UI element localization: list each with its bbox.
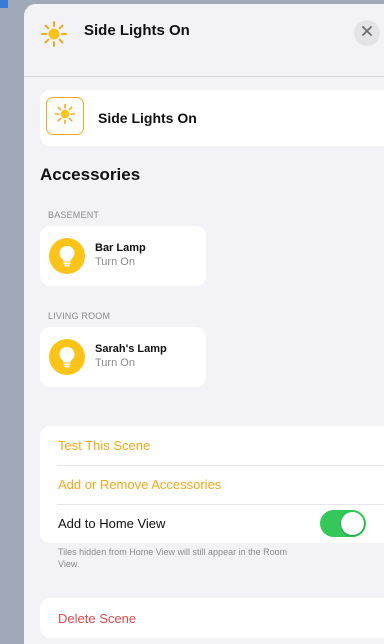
lightbulb-icon [49,339,85,375]
toggle-knob [341,512,364,535]
scene-actions-list: Test This Scene Add or Remove Accessorie… [40,426,384,543]
accessory-name: Sarah's Lamp [95,343,167,355]
add-to-home-view-row: Add to Home View [40,504,384,543]
delete-scene-label: Delete Scene [58,611,137,626]
accessory-state: Turn On [95,256,135,268]
sun-icon [40,20,68,48]
delete-scene-button[interactable]: Delete Scene [40,598,384,638]
accessory-tile-bar-lamp[interactable]: Bar Lamp Turn On [40,226,206,286]
scene-detail-sheet: Side Lights On Side Lights On Accessorie… [24,4,384,644]
add-remove-accessories-row[interactable]: Add or Remove Accessories [40,465,384,504]
lightbulb-icon [49,238,85,274]
add-to-home-view-label: Add to Home View [58,516,166,531]
accessories-heading: Accessories [40,165,141,184]
window-corner [0,0,8,8]
test-scene-label: Test This Scene [58,438,151,453]
test-scene-row[interactable]: Test This Scene [40,426,384,465]
scene-title: Side Lights On [84,22,190,39]
scene-name-field[interactable]: Side Lights On [40,90,384,146]
room-label-living-room: LIVING ROOM [48,311,111,321]
accessory-name: Bar Lamp [95,242,146,254]
add-remove-accessories-label: Add or Remove Accessories [58,477,222,492]
scene-name-value: Side Lights On [98,110,197,126]
close-icon [361,24,373,42]
home-view-footnote: Tiles hidden from Home View will still a… [58,547,288,569]
sun-icon [54,103,76,130]
accessory-state: Turn On [95,357,135,369]
sheet-header: Side Lights On [24,4,384,77]
scene-icon-button[interactable] [46,97,84,135]
room-label-basement: BASEMENT [48,210,100,220]
add-to-home-view-toggle[interactable] [320,510,366,537]
close-button[interactable] [354,20,380,46]
accessory-tile-sarahs-lamp[interactable]: Sarah's Lamp Turn On [40,327,206,387]
